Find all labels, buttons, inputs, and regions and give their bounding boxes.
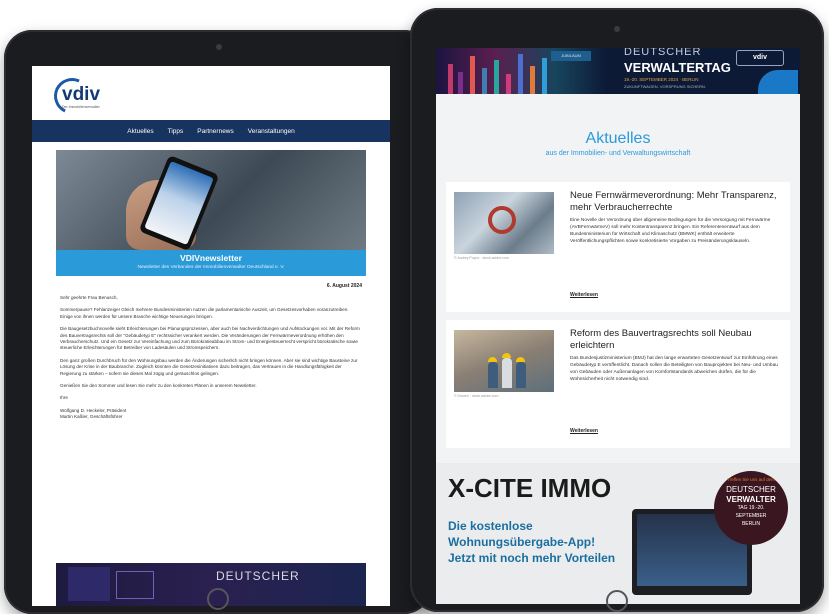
nav-item-aktuelles[interactable]: Aktuelles (127, 128, 153, 135)
editorial-text: Sehr geehrte Frau Benusch, Sommerpause? … (60, 295, 362, 402)
skyline-bar (482, 68, 487, 94)
helmet-icon (488, 357, 497, 362)
skyline-bar (458, 72, 463, 94)
ad-line: Die kostenlose (448, 519, 533, 533)
skyline-bar (506, 74, 511, 94)
section-title: Aktuelles (585, 130, 651, 147)
banner-frame (116, 571, 154, 599)
paragraph: Sommerpause? Fehlanzeige! Gleich mehrere… (60, 307, 349, 319)
greeting: Sehr geehrte Frau Benusch, (60, 295, 118, 300)
vdiv-logo[interactable]: vdiv Der Immobilienverwalter (48, 72, 102, 120)
read-more-link[interactable]: Weiterlesen (570, 292, 598, 298)
nav-item-tipps[interactable]: Tipps (168, 128, 184, 135)
badge-text: SEPTEMBER (735, 513, 767, 519)
main-nav: Aktuelles Tipps Partnernews Veranstaltun… (32, 120, 390, 142)
event-badge: Treffen Sie uns auf dem DEUTSCHER VERWAL… (714, 471, 788, 545)
paragraph: Die Baugesetzbuchnovelle sieht Erleichte… (60, 326, 360, 351)
badge-text: Treffen Sie uns auf dem (727, 477, 775, 482)
ad-line: Wohnungsübergabe-App! (448, 535, 596, 549)
nav-item-partnernews[interactable]: Partnernews (197, 128, 234, 135)
smartphone-image (138, 154, 220, 250)
article-image[interactable] (454, 192, 554, 254)
paragraph: Den ganz großen Durchbruch für den Wohnu… (60, 357, 358, 376)
banner-date: 19.-20. SEPTEMBER 2024 · BERLIN (624, 77, 699, 82)
hero-title-band: VDIVnewsletter Newsletter des Verbandes … (56, 250, 366, 276)
xcite-ad[interactable]: X-CITE IMMO Die kostenlose Wohnungsüberg… (436, 463, 800, 604)
badge-text: TAG 19.-20. (737, 505, 765, 511)
ad-title: X-CITE IMMO (448, 473, 612, 503)
section-subtitle: aus der Immobilien- und Verwaltungswirts… (545, 150, 691, 157)
helmet-icon (502, 353, 511, 358)
banner-logo: vdiv (736, 50, 784, 66)
newsletter-screen-left: vdiv Der Immobilienverwalter Aktuelles T… (32, 66, 390, 606)
closing: Ihre (60, 395, 68, 401)
signature-block: Wolfgang D. Heckeler, Präsident Martin K… (60, 408, 362, 420)
skyline-bar (530, 66, 535, 94)
badge-text: VERWALTER (726, 495, 776, 504)
banner-graphic (68, 567, 110, 601)
badge-text: DEUTSCHER (726, 485, 776, 494)
camera-icon (614, 26, 620, 32)
skyline-bar (448, 64, 453, 94)
home-button-icon[interactable] (606, 590, 628, 612)
article-image[interactable] (454, 330, 554, 392)
pointer-corner-icon (758, 70, 798, 94)
verwaltertag-banner[interactable]: JUBILÄUM DEUTSCHER VERWALTERTAG 19.-20. … (436, 48, 800, 94)
paragraph: Genießen Sie den Sommer und lesen Sie me… (60, 383, 257, 389)
section-header: Aktuelles aus der Immobilien- und Verwal… (436, 94, 800, 176)
newsletter-title: VDIVnewsletter (180, 253, 242, 263)
article-card: © Drazen · stock.adobe.com Reform des Ba… (446, 320, 790, 448)
skyline-bar (470, 56, 475, 94)
valve-image (488, 206, 516, 234)
skyline-bar (494, 60, 499, 94)
image-caption: © Drazen · stock.adobe.com (454, 394, 499, 398)
read-more-link[interactable]: Weiterlesen (570, 428, 598, 434)
article-card: © Andrey Popov · stock.adobe.com Neue Fe… (446, 182, 790, 312)
newsletter-header: vdiv Der Immobilienverwalter (32, 66, 390, 120)
skyline-bar (542, 58, 547, 94)
worker-figure (502, 358, 512, 388)
banner-text: DEUTSCHER (216, 569, 300, 583)
skyline-bar (518, 54, 523, 94)
newsletter-date: 6. August 2024 (326, 283, 362, 289)
banner-chip: JUBILÄUM (551, 51, 591, 61)
tablet-left: vdiv Der Immobilienverwalter Aktuelles T… (4, 30, 432, 614)
signer: Martin Kaßler, Geschäftsführer (60, 414, 123, 420)
worker-figure (488, 362, 498, 388)
newsletter-screen-right: JUBILÄUM DEUTSCHER VERWALTERTAG 19.-20. … (436, 48, 800, 604)
banner-title-line1: DEUTSCHER (624, 48, 702, 58)
banner-subline: ZUKUNFTWAGEN. VORSPRUNG SICHERN. (624, 84, 706, 89)
helmet-icon (516, 357, 525, 362)
image-caption: © Andrey Popov · stock.adobe.com (454, 256, 509, 260)
home-button-icon[interactable] (207, 588, 229, 610)
workers-image (488, 353, 528, 388)
logo-text: vdiv (62, 84, 101, 105)
article-title[interactable]: Reform des Bauvertragsrechts soll Neubau… (570, 328, 780, 352)
article-text: Das Bundesjustizministerium (BMJ) hat de… (570, 356, 778, 382)
worker-figure (516, 362, 526, 388)
ad-line: Jetzt mit noch mehr Vorteilen (448, 551, 616, 565)
article-text: Eine Novelle der Verordnung über allgeme… (570, 218, 771, 244)
badge-text: BERLIN (741, 521, 761, 527)
nav-item-veranstaltungen[interactable]: Veranstaltungen (248, 128, 295, 135)
tablet-right: JUBILÄUM DEUTSCHER VERWALTERTAG 19.-20. … (410, 8, 824, 612)
banner-title-line2: VERWALTERTAG (624, 60, 731, 75)
camera-icon (216, 44, 222, 50)
hero-image (56, 150, 366, 250)
logo-subtitle: Der Immobilienverwalter (62, 105, 100, 109)
newsletter-subtitle: Newsletter des Verbandes der Immobilienv… (137, 265, 285, 270)
article-title[interactable]: Neue Fernwärmeverordnung: Mehr Transpare… (570, 190, 780, 214)
phone-screen (144, 161, 214, 245)
